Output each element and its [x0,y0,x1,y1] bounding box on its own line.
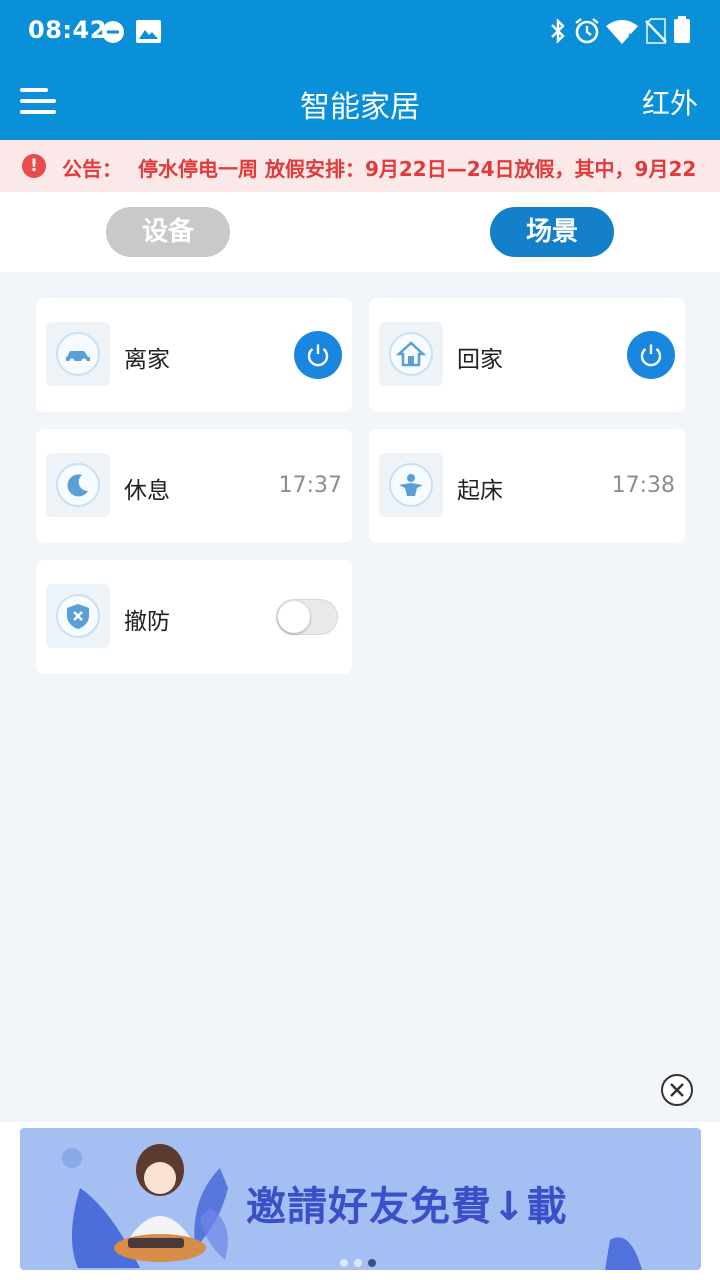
notice-label: 公告： [62,157,122,181]
status-time: 08:42 [28,16,107,44]
ad-dot-active [368,1259,376,1267]
image-icon [136,20,161,47]
wifi-icon [605,18,639,48]
scene-card-wake-up[interactable]: 起床 17:38 [369,429,685,543]
app-bar: 智能家居 红外 [0,64,720,140]
car-icon [46,322,110,386]
bluetooth-icon [549,17,567,49]
scene-card-rest[interactable]: 休息 17:37 [36,429,352,543]
ad-banner[interactable]: 邀請好友免費↓載 [20,1128,701,1270]
scene-name: 起床 [457,478,503,504]
status-bar: 08:42 [0,0,720,64]
ad-dot [354,1259,362,1267]
scene-name: 离家 [124,347,170,373]
moon-icon [46,453,110,517]
scene-card-disarm[interactable]: 撤防 [36,560,352,674]
scene-time: 17:38 [611,473,675,498]
power-button[interactable] [294,331,342,379]
tab-devices[interactable]: 设备 [106,207,230,257]
scene-name: 回家 [457,347,503,373]
toggle-knob [278,601,310,633]
home-icon [379,322,443,386]
tab-scenes[interactable]: 场景 [490,207,614,257]
page-title: 智能家居 [300,90,420,125]
power-button[interactable] [627,331,675,379]
wakeup-icon [379,453,443,517]
scene-card-leave-home[interactable]: 离家 [36,298,352,412]
no-sim-icon [645,18,667,48]
ad-pagination [340,1252,382,1270]
ad-dot [340,1259,348,1267]
close-icon[interactable] [661,1074,693,1106]
scene-card-back-home[interactable]: 回家 [369,298,685,412]
disarm-toggle[interactable] [276,599,338,635]
infrared-button[interactable]: 红外 [642,82,698,122]
scene-name: 休息 [124,478,170,504]
battery-icon [673,16,691,48]
notice-text: 停水停电一周 放假安排：9月22日—24日放假，其中，9月22 [138,157,697,181]
alarm-icon [573,17,601,49]
alert-icon: ! [22,154,46,178]
scene-name: 撤防 [124,609,170,635]
shield-icon [46,584,110,648]
tab-bar: 设备 场景 [0,192,720,272]
scene-time: 17:37 [278,473,342,498]
ad-text: 邀請好友免費↓載 [246,1184,568,1230]
notice-bar[interactable]: ! 公告： 停水停电一周 放假安排：9月22日—24日放假，其中，9月22 [0,140,720,192]
dnd-icon [101,20,125,48]
